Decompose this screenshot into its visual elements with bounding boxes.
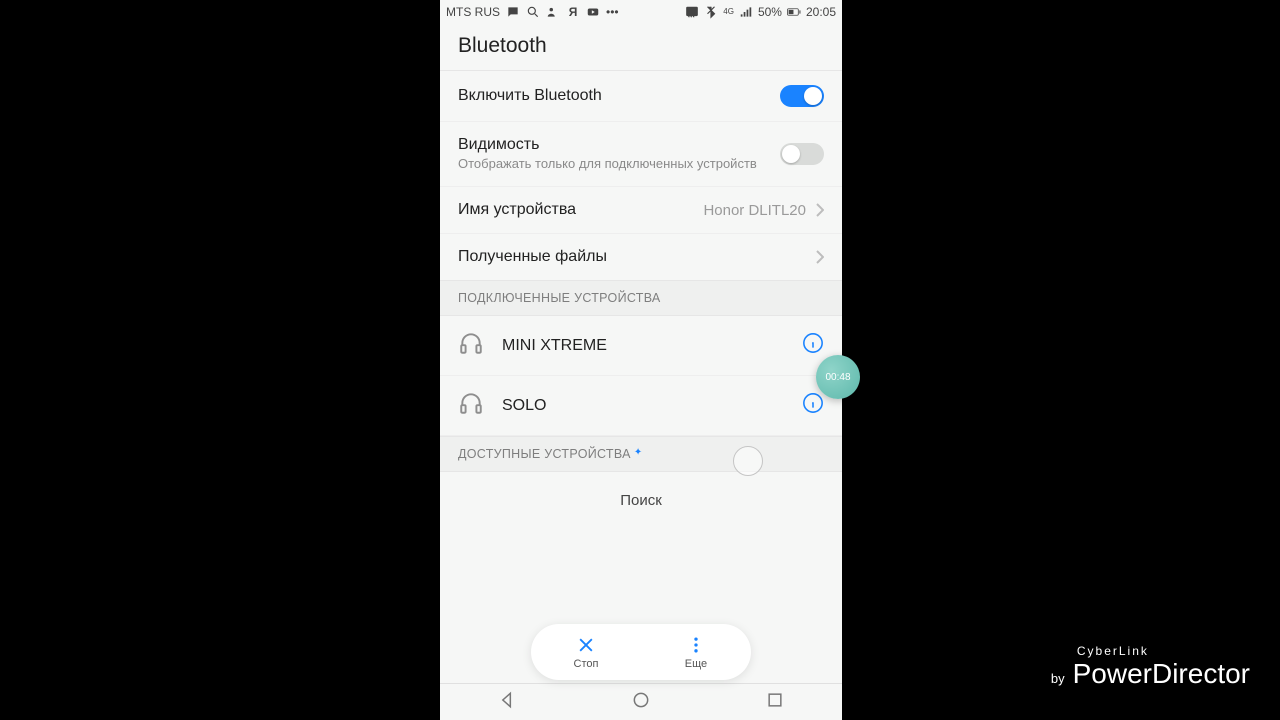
enable-bluetooth-toggle[interactable]: [780, 85, 824, 107]
visibility-sub: Отображать только для подключенных устро…: [458, 156, 770, 172]
chat-icon: [506, 5, 520, 19]
watermark-by: by: [1051, 671, 1065, 686]
watermark-product: PowerDirector: [1073, 658, 1250, 690]
person-add-icon: [546, 5, 560, 19]
search-icon: [526, 5, 540, 19]
nav-recent-button[interactable]: [765, 690, 785, 715]
section-available-label: ДОСТУПНЫЕ УСТРОЙСТВА: [458, 447, 631, 461]
row-device-name[interactable]: Имя устройства Honor DLITL20: [440, 187, 842, 234]
page-title: Bluetooth: [458, 34, 824, 58]
bottom-action-bar: Стоп Еще: [531, 624, 751, 680]
cast-icon: [685, 5, 699, 19]
status-bar: MTS RUS Я ••• 4G 50% 20:05: [440, 0, 842, 24]
device-name: MINI XTREME: [502, 337, 784, 355]
device-name: SOLO: [502, 397, 784, 415]
screen-recorder-bubble[interactable]: 00:48: [816, 355, 860, 399]
signal-icon: [739, 5, 753, 19]
device-name-value: Honor DLITL20: [703, 202, 806, 219]
row-visibility[interactable]: Видимость Отображать только для подключе…: [440, 122, 842, 187]
youtube-icon: [586, 5, 600, 19]
section-available: ДОСТУПНЫЕ УСТРОЙСТВА ✦: [440, 436, 842, 472]
section-paired: ПОДКЛЮЧЕННЫЕ УСТРОЙСТВА: [440, 280, 842, 316]
clock: 20:05: [806, 5, 836, 19]
network-type: 4G: [723, 8, 734, 16]
recorder-time: 00:48: [825, 372, 850, 383]
stop-label: Стоп: [574, 658, 599, 670]
powerdirector-watermark: CyberLink by PowerDirector: [1051, 644, 1250, 690]
bluetooth-icon: [704, 5, 718, 19]
paired-device-row[interactable]: SOLO: [440, 376, 842, 436]
visibility-toggle[interactable]: [780, 143, 824, 165]
more-dots-icon: •••: [606, 5, 619, 19]
stop-button[interactable]: Стоп: [531, 624, 641, 680]
watermark-brand: CyberLink: [1077, 644, 1250, 658]
headphones-icon: [458, 390, 484, 421]
page-header: Bluetooth: [440, 24, 842, 71]
yandex-icon: Я: [566, 5, 580, 19]
chevron-right-icon: [816, 250, 824, 264]
visibility-label: Видимость: [458, 136, 770, 154]
scanning-label: Поиск: [440, 472, 842, 529]
battery-icon: [787, 5, 801, 19]
nav-home-button[interactable]: [631, 690, 651, 715]
phone-frame: MTS RUS Я ••• 4G 50% 20:05 Bluetooth Вкл…: [440, 0, 842, 720]
nav-back-button[interactable]: [497, 690, 517, 715]
more-button[interactable]: Еще: [641, 624, 751, 680]
android-nav-bar: [440, 683, 842, 720]
received-files-label: Полученные файлы: [458, 248, 806, 266]
touch-indicator: [733, 446, 763, 476]
device-name-label: Имя устройства: [458, 201, 693, 219]
headphones-icon: [458, 330, 484, 361]
battery-pct: 50%: [758, 5, 782, 19]
row-enable-bluetooth[interactable]: Включить Bluetooth: [440, 71, 842, 122]
more-label: Еще: [685, 658, 707, 670]
carrier-label: MTS RUS: [446, 5, 500, 19]
info-icon[interactable]: [802, 392, 824, 419]
chevron-right-icon: [816, 203, 824, 217]
paired-device-row[interactable]: MINI XTREME: [440, 316, 842, 376]
row-received-files[interactable]: Полученные файлы: [440, 234, 842, 280]
enable-bluetooth-label: Включить Bluetooth: [458, 87, 770, 105]
info-icon[interactable]: [802, 332, 824, 359]
